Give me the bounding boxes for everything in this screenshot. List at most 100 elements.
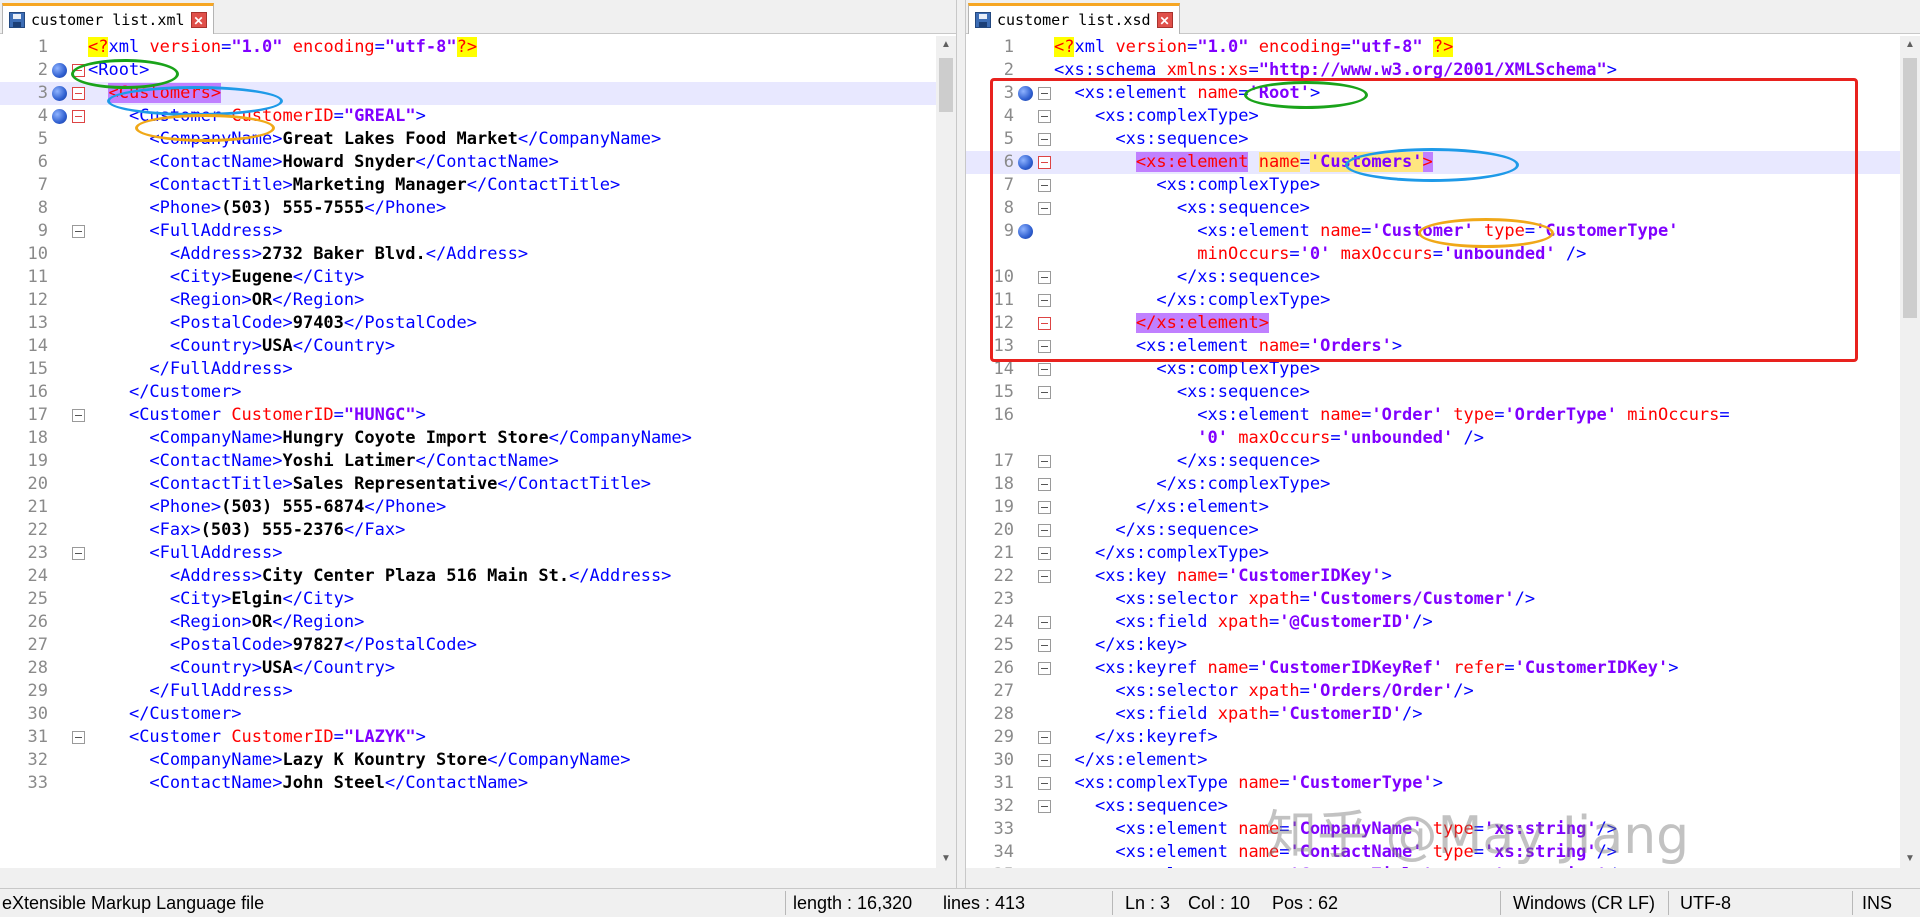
code-line[interactable]: 27 <PostalCode>97827</PostalCode> <box>0 634 936 657</box>
code-line[interactable]: 21 </xs:complexType> <box>966 542 1900 565</box>
fold-toggle-icon[interactable] <box>1038 386 1051 399</box>
code-line[interactable]: 16 </Customer> <box>0 381 936 404</box>
fold-toggle-icon[interactable] <box>1038 547 1051 560</box>
xml-editor-pane[interactable]: customer list.xml ✕ 1 <?xml version="1.0"… <box>0 0 956 888</box>
code-line[interactable]: 13 <PostalCode>97403</PostalCode> <box>0 312 936 335</box>
code-line[interactable]: 30 </xs:element> <box>966 749 1900 772</box>
fold-toggle-icon[interactable] <box>1038 616 1051 629</box>
fold-toggle-icon[interactable] <box>1038 731 1051 744</box>
code-line[interactable]: 29 </xs:keyref> <box>966 726 1900 749</box>
fold-toggle-icon[interactable] <box>1038 455 1051 468</box>
code-line[interactable]: 31 <xs:complexType name='CustomerType'> <box>966 772 1900 795</box>
bookmark-icon[interactable] <box>52 86 67 101</box>
code-line[interactable]: 1 <?xml version="1.0" encoding="utf-8"?> <box>0 36 936 59</box>
code-line[interactable]: 31 <Customer CustomerID="LAZYK"> <box>0 726 936 749</box>
code-line[interactable]: 7 <ContactTitle>Marketing Manager</Conta… <box>0 174 936 197</box>
fold-toggle-icon[interactable] <box>72 225 85 238</box>
code-line[interactable]: 23 <FullAddress> <box>0 542 936 565</box>
fold-toggle-icon[interactable] <box>1038 570 1051 583</box>
code-line[interactable]: 20 </xs:sequence> <box>966 519 1900 542</box>
code-line[interactable]: 11 <City>Eugene</City> <box>0 266 936 289</box>
code-line[interactable]: 29 </FullAddress> <box>0 680 936 703</box>
xml-code-area[interactable]: 1 <?xml version="1.0" encoding="utf-8"?> 2… <box>0 36 936 868</box>
scroll-down-arrow-icon[interactable]: ▼ <box>1900 850 1920 868</box>
code-line[interactable]: 30 </Customer> <box>0 703 936 726</box>
scroll-up-arrow-icon[interactable]: ▲ <box>936 36 956 54</box>
fold-toggle-icon[interactable] <box>1038 524 1051 537</box>
pane-splitter[interactable] <box>956 0 966 888</box>
bookmark-icon[interactable] <box>52 109 67 124</box>
scroll-thumb[interactable] <box>939 58 953 112</box>
code-line[interactable]: 18 </xs:complexType> <box>966 473 1900 496</box>
code-line[interactable]: 25 </xs:key> <box>966 634 1900 657</box>
fold-toggle-icon[interactable] <box>1038 478 1051 491</box>
code-line[interactable]: 23 <xs:selector xpath='Customers/Custome… <box>966 588 1900 611</box>
left-vertical-scrollbar[interactable]: ▲ ▼ <box>936 36 956 868</box>
right-horizontal-scrollbar[interactable] <box>966 868 1900 888</box>
fold-toggle-icon[interactable] <box>72 64 85 77</box>
bookmark-icon[interactable] <box>52 63 67 78</box>
code-line[interactable]: 4 <Customer CustomerID="GREAL"> <box>0 105 936 128</box>
close-icon[interactable]: ✕ <box>190 12 207 28</box>
fold-toggle-icon[interactable] <box>1038 754 1051 767</box>
token: Eugene <box>231 267 293 287</box>
code-line[interactable]: 32 <CompanyName>Lazy K Kountry Store</Co… <box>0 749 936 772</box>
code-line[interactable]: 33 <ContactName>John Steel</ContactName> <box>0 772 936 795</box>
close-icon[interactable]: ✕ <box>1156 12 1173 28</box>
scroll-down-arrow-icon[interactable]: ▼ <box>936 850 956 868</box>
fold-toggle-icon[interactable] <box>1038 501 1051 514</box>
code-line[interactable]: 22 <Fax>(503) 555-2376</Fax> <box>0 519 936 542</box>
fold-toggle-icon[interactable] <box>1038 662 1051 675</box>
fold-toggle-icon[interactable] <box>72 409 85 422</box>
fold-toggle-icon[interactable] <box>1038 363 1051 376</box>
code-line[interactable]: 10 <Address>2732 Baker Blvd.</Address> <box>0 243 936 266</box>
code-line[interactable]: 26 <Region>OR</Region> <box>0 611 936 634</box>
code-line[interactable]: 28 <xs:field xpath='CustomerID'/> <box>966 703 1900 726</box>
code-line[interactable]: 18 <CompanyName>Hungry Coyote Import Sto… <box>0 427 936 450</box>
code-line[interactable]: 20 <ContactTitle>Sales Representative</C… <box>0 473 936 496</box>
code-line[interactable]: 15 </FullAddress> <box>0 358 936 381</box>
code-line[interactable]: 2 <Root> <box>0 59 936 82</box>
code-line[interactable]: 6 <ContactName>Howard Snyder</ContactNam… <box>0 151 936 174</box>
code-line[interactable]: 21 <Phone>(503) 555-6874</Phone> <box>0 496 936 519</box>
code-line[interactable]: 27 <xs:selector xpath='Orders/Order'/> <box>966 680 1900 703</box>
code-text: <xs:sequence> <box>1054 381 1310 404</box>
code-line[interactable]: 19 </xs:element> <box>966 496 1900 519</box>
fold-toggle-icon[interactable] <box>1038 777 1051 790</box>
fold-toggle-icon[interactable] <box>72 87 85 100</box>
code-line[interactable]: 24 <Address>City Center Plaza 516 Main S… <box>0 565 936 588</box>
code-line[interactable]: 16 <xs:element name='Order' type='OrderT… <box>966 404 1900 427</box>
code-line[interactable]: 19 <ContactName>Yoshi Latimer</ContactNa… <box>0 450 936 473</box>
code-line[interactable]: 15 <xs:sequence> <box>966 381 1900 404</box>
code-line[interactable]: 17 <Customer CustomerID="HUNGC"> <box>0 404 936 427</box>
scroll-thumb[interactable] <box>1903 58 1917 318</box>
right-vertical-scrollbar[interactable]: ▲ ▼ <box>1900 36 1920 868</box>
code-line[interactable]: '0' maxOccurs='unbounded' /> <box>966 427 1900 450</box>
tab-customer-list-xml[interactable]: customer list.xml ✕ <box>2 3 214 34</box>
code-line[interactable]: 22 <xs:key name='CustomerIDKey'> <box>966 565 1900 588</box>
token: 'CustomerIDKeyRef' <box>1258 658 1443 678</box>
status-divider <box>1500 891 1501 915</box>
fold-toggle-icon[interactable] <box>72 547 85 560</box>
code-line[interactable]: 14 <Country>USA</Country> <box>0 335 936 358</box>
fold-toggle-icon[interactable] <box>72 110 85 123</box>
code-line[interactable]: 25 <City>Elgin</City> <box>0 588 936 611</box>
left-horizontal-scrollbar[interactable] <box>0 868 936 888</box>
fold-toggle-icon[interactable] <box>1038 800 1051 813</box>
token: /> <box>1453 428 1484 448</box>
code-line[interactable]: 5 <CompanyName>Great Lakes Food Market</… <box>0 128 936 151</box>
code-line[interactable]: 26 <xs:keyref name='CustomerIDKeyRef' re… <box>966 657 1900 680</box>
code-line[interactable]: 24 <xs:field xpath='@CustomerID'/> <box>966 611 1900 634</box>
scroll-up-arrow-icon[interactable]: ▲ <box>1900 36 1920 54</box>
code-line[interactable]: 12 <Region>OR</Region> <box>0 289 936 312</box>
code-line[interactable]: 17 </xs:sequence> <box>966 450 1900 473</box>
fold-toggle-icon[interactable] <box>1038 639 1051 652</box>
code-line[interactable]: 28 <Country>USA</Country> <box>0 657 936 680</box>
fold-toggle-icon[interactable] <box>72 731 85 744</box>
tab-customer-list-xsd[interactable]: customer list.xsd ✕ <box>968 3 1180 34</box>
code-line[interactable]: 1 <?xml version="1.0" encoding="utf-8" ?> <box>966 36 1900 59</box>
code-line[interactable]: 9 <FullAddress> <box>0 220 936 243</box>
code-line[interactable]: 8 <Phone>(503) 555-7555</Phone> <box>0 197 936 220</box>
code-line[interactable]: 3 <Customers> <box>0 82 936 105</box>
